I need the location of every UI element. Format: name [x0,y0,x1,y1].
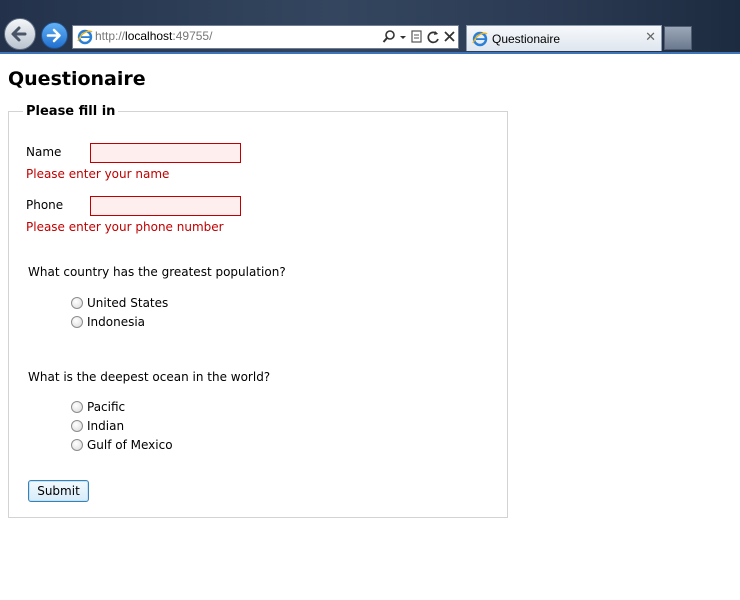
page-title: Questionaire [8,68,146,90]
forward-button[interactable] [41,22,68,49]
option-label: Indian [87,419,125,433]
radio-united-states[interactable] [71,297,83,309]
tab-title: Questionaire [492,32,561,46]
chrome-divider [0,52,740,54]
tab-questionaire[interactable]: Questionaire ✕ [466,25,662,51]
address-bar[interactable]: http://localhost:49755/ [72,25,459,49]
radio-gulf-of-mexico[interactable] [71,439,83,451]
option-gulf-of-mexico[interactable]: Gulf of Mexico [71,437,173,453]
compatibility-view-icon[interactable] [410,28,423,46]
radio-indonesia[interactable] [71,316,83,328]
search-icon[interactable] [382,28,396,46]
option-pacific[interactable]: Pacific [71,399,125,415]
option-indonesia[interactable]: Indonesia [71,314,145,330]
option-label: Gulf of Mexico [87,438,173,452]
back-button[interactable] [4,18,36,50]
option-label: Indonesia [87,315,146,329]
address-tools [382,28,456,46]
back-arrow-icon [11,26,27,42]
refresh-icon[interactable] [426,28,440,46]
radio-pacific[interactable] [71,401,83,413]
questionnaire-form: Please fill in Name Please enter your na… [8,104,508,518]
ie-page-icon [77,29,93,45]
submit-button[interactable]: Submit [28,480,89,502]
option-united-states[interactable]: United States [71,295,168,311]
url-suffix: :49755/ [172,29,213,43]
radio-indian[interactable] [71,420,83,432]
address-url[interactable]: http://localhost:49755/ [95,29,212,43]
forward-arrow-icon [46,28,61,43]
question-ocean: What is the deepest ocean in the world? [28,370,271,384]
form-legend: Please fill in [26,104,116,119]
option-label: United States [87,296,169,310]
question-population: What country has the greatest population… [28,265,286,279]
dropdown-arrow-icon[interactable] [399,28,407,46]
phone-input[interactable] [90,196,241,216]
name-input[interactable] [90,143,241,163]
option-indian[interactable]: Indian [71,418,124,434]
url-host: localhost [125,29,173,43]
name-label: Name [26,145,62,159]
phone-label: Phone [26,198,64,212]
phone-error: Please enter your phone number [26,220,224,234]
ie-tab-icon [472,31,488,47]
new-tab-button[interactable] [664,26,692,50]
close-tab-icon[interactable]: ✕ [645,30,656,45]
option-label: Pacific [87,400,126,414]
name-error: Please enter your name [26,167,170,181]
url-prefix: http:// [95,29,126,43]
stop-icon[interactable] [443,28,456,46]
